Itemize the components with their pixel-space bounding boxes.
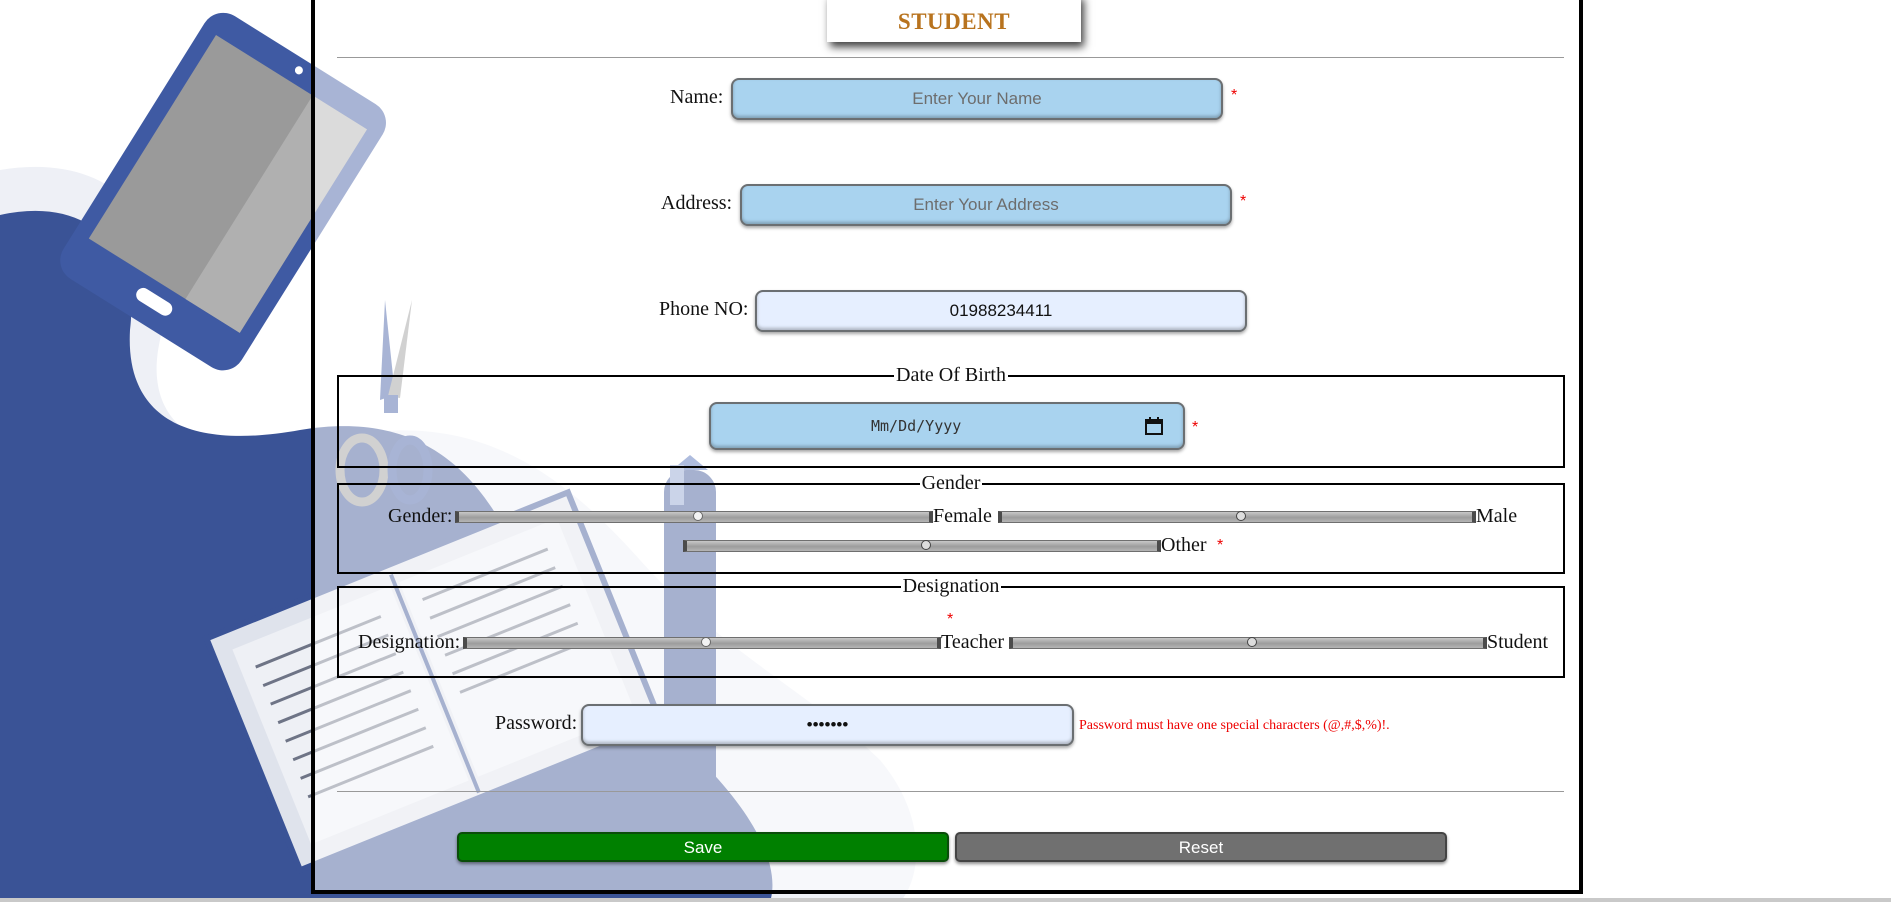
gender-other-label: Other (1161, 534, 1207, 556)
name-label: Name: (670, 86, 724, 108)
dob-legend: Date Of Birth (896, 364, 1006, 386)
radio-knob (921, 540, 931, 550)
name-input[interactable] (731, 78, 1223, 120)
address-required-mark: * (1240, 193, 1247, 210)
designation-teacher-radio[interactable] (463, 637, 941, 649)
phone-input[interactable] (755, 290, 1247, 332)
radio-knob (1236, 511, 1246, 521)
phone-label: Phone NO: (659, 298, 749, 320)
form-title: STUDENT (827, 0, 1081, 42)
password-hint: Password must have one special character… (1079, 718, 1390, 733)
save-button[interactable]: Save (457, 832, 949, 862)
gender-required-mark: * (1217, 537, 1224, 554)
radio-knob (701, 637, 711, 647)
gender-label: Gender: (388, 505, 453, 527)
dob-placeholder: Mm/Dd/Yyyy (871, 417, 962, 435)
divider-top (337, 57, 1564, 58)
password-label: Password: (495, 712, 578, 734)
password-input[interactable]: ••••••• (581, 704, 1074, 746)
gender-male-label: Male (1476, 505, 1518, 527)
dob-input[interactable]: Mm/Dd/Yyyy (709, 402, 1185, 450)
gender-other-radio[interactable] (683, 540, 1161, 552)
designation-student-radio[interactable] (1009, 637, 1487, 649)
designation-student-label: Student (1487, 631, 1549, 653)
designation-label: Designation: (358, 631, 461, 653)
name-required-mark: * (1231, 87, 1238, 104)
radio-knob (1247, 637, 1257, 647)
gender-female-radio[interactable] (455, 511, 933, 523)
student-form: STUDENT Name: * Address: * Phone NO: Dat… (311, 0, 1583, 894)
reset-button[interactable]: Reset (955, 832, 1447, 862)
address-label: Address: (661, 192, 733, 214)
divider-bottom (337, 791, 1564, 792)
address-input[interactable] (740, 184, 1232, 226)
horizontal-scrollbar[interactable] (0, 898, 1891, 902)
gender-female-label: Female (933, 505, 992, 527)
designation-required-mark: * (947, 611, 954, 628)
gender-legend: Gender (921, 472, 981, 494)
radio-knob (693, 511, 703, 521)
designation-teacher-label: Teacher (941, 631, 1004, 653)
dob-required-mark: * (1192, 419, 1199, 436)
gender-male-radio[interactable] (998, 511, 1476, 523)
calendar-icon[interactable] (1145, 417, 1163, 435)
designation-legend: Designation (902, 575, 1000, 597)
